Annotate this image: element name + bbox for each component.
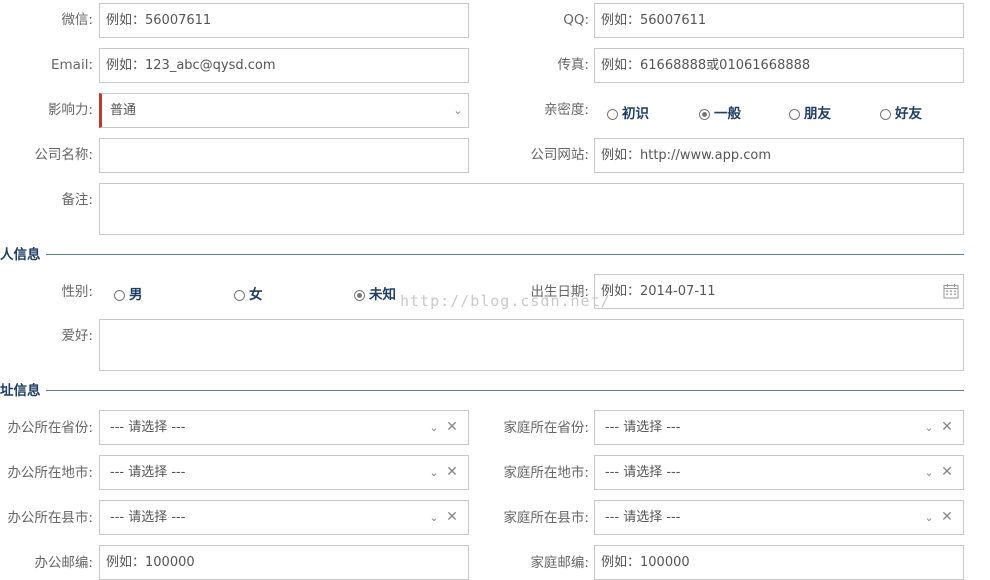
select-value: --- 请选择 --- bbox=[605, 465, 681, 480]
qq-label: QQ: bbox=[563, 12, 589, 28]
home-province-label: 家庭所在省份: bbox=[503, 420, 589, 436]
gender-option-female[interactable]: 女 bbox=[234, 285, 263, 305]
wechat-input[interactable]: 例如：56007611 bbox=[99, 3, 469, 38]
intimacy-option-label: 初识 bbox=[622, 106, 649, 122]
remark-label: 备注: bbox=[61, 192, 93, 208]
fax-input[interactable]: 例如：61668888或01061668888 bbox=[594, 48, 964, 83]
influence-value: 普通 bbox=[110, 103, 137, 118]
gender-label: 性别: bbox=[61, 284, 93, 300]
calendar-icon[interactable] bbox=[943, 283, 959, 299]
radio-icon bbox=[880, 108, 891, 120]
radio-icon bbox=[789, 108, 800, 120]
email-label: Email: bbox=[50, 57, 93, 73]
home-county-select[interactable]: --- 请选择 --- ⌄ ✕ bbox=[594, 500, 964, 535]
intimacy-option-3[interactable]: 朋友 bbox=[789, 104, 831, 124]
clear-icon[interactable]: ✕ bbox=[941, 456, 953, 489]
clear-icon[interactable]: ✕ bbox=[941, 501, 953, 534]
radio-icon bbox=[114, 289, 125, 301]
fax-label: 传真: bbox=[557, 57, 589, 73]
clear-icon[interactable]: ✕ bbox=[446, 501, 458, 534]
section-divider bbox=[46, 254, 964, 255]
section-title-personal: 人信息 bbox=[0, 247, 41, 263]
chevron-down-icon: ⌄ bbox=[924, 421, 934, 434]
radio-checked-icon bbox=[354, 289, 365, 301]
birthday-input[interactable]: 例如：2014-07-11 bbox=[594, 274, 964, 309]
chevron-down-icon: ⌄ bbox=[924, 466, 934, 479]
home-county-label: 家庭所在县市: bbox=[503, 510, 589, 526]
clear-icon[interactable]: ✕ bbox=[446, 411, 458, 444]
chevron-down-icon: ⌄ bbox=[453, 104, 463, 117]
select-value: --- 请选择 --- bbox=[110, 420, 186, 435]
office-zip-input[interactable]: 例如：100000 bbox=[99, 545, 469, 580]
intimacy-option-label: 朋友 bbox=[804, 106, 831, 122]
intimacy-option-2[interactable]: 一般 bbox=[699, 104, 741, 124]
birthday-value: 例如：2014-07-11 bbox=[601, 284, 716, 299]
company-label: 公司名称: bbox=[34, 147, 93, 163]
select-value: --- 请选择 --- bbox=[110, 465, 186, 480]
home-city-label: 家庭所在地市: bbox=[503, 465, 589, 481]
intimacy-option-label: 好友 bbox=[895, 106, 922, 122]
office-zip-label: 办公邮编: bbox=[34, 555, 93, 571]
website-input[interactable]: 例如：http://www.app.com bbox=[594, 138, 964, 173]
home-province-select[interactable]: --- 请选择 --- ⌄ ✕ bbox=[594, 410, 964, 445]
hobby-label: 爱好: bbox=[61, 328, 93, 344]
select-value: --- 请选择 --- bbox=[605, 420, 681, 435]
company-input[interactable] bbox=[99, 138, 469, 173]
section-title-address: 址信息 bbox=[0, 383, 41, 399]
clear-icon[interactable]: ✕ bbox=[446, 456, 458, 489]
clear-icon[interactable]: ✕ bbox=[941, 411, 953, 444]
office-city-label: 办公所在地市: bbox=[7, 465, 93, 481]
influence-select[interactable]: 普通 ⌄ bbox=[99, 93, 469, 128]
home-zip-input[interactable]: 例如：100000 bbox=[594, 545, 964, 580]
office-province-select[interactable]: --- 请选择 --- ⌄ ✕ bbox=[99, 410, 469, 445]
radio-checked-icon bbox=[699, 108, 710, 120]
chevron-down-icon: ⌄ bbox=[429, 511, 439, 524]
gender-option-label: 男 bbox=[129, 287, 143, 303]
chevron-down-icon: ⌄ bbox=[924, 511, 934, 524]
office-province-label: 办公所在省份: bbox=[7, 420, 93, 436]
gender-option-unknown[interactable]: 未知 bbox=[354, 285, 396, 305]
select-value: --- 请选择 --- bbox=[605, 510, 681, 525]
gender-option-male[interactable]: 男 bbox=[114, 285, 143, 305]
intimacy-option-label: 一般 bbox=[714, 106, 741, 122]
qq-input[interactable]: 例如：56007611 bbox=[594, 3, 964, 38]
website-label: 公司网站: bbox=[530, 147, 589, 163]
chevron-down-icon: ⌄ bbox=[429, 466, 439, 479]
select-value: --- 请选择 --- bbox=[110, 510, 186, 525]
home-zip-label: 家庭邮编: bbox=[530, 555, 589, 571]
home-city-select[interactable]: --- 请选择 --- ⌄ ✕ bbox=[594, 455, 964, 490]
intimacy-option-1[interactable]: 初识 bbox=[607, 104, 649, 124]
email-input[interactable]: 例如：123_abc@qysd.com bbox=[99, 48, 469, 83]
wechat-label: 微信: bbox=[61, 12, 93, 28]
office-county-select[interactable]: --- 请选择 --- ⌄ ✕ bbox=[99, 500, 469, 535]
radio-icon bbox=[607, 108, 618, 120]
influence-label: 影响力: bbox=[47, 102, 93, 118]
chevron-down-icon: ⌄ bbox=[429, 421, 439, 434]
section-divider bbox=[46, 390, 964, 391]
hobby-textarea[interactable] bbox=[99, 319, 964, 371]
office-city-select[interactable]: --- 请选择 --- ⌄ ✕ bbox=[99, 455, 469, 490]
intimacy-label: 亲密度: bbox=[543, 102, 589, 118]
watermark: http://blog.csdn.net/ bbox=[400, 292, 611, 310]
gender-option-label: 未知 bbox=[369, 287, 396, 303]
radio-icon bbox=[234, 289, 245, 301]
remark-textarea[interactable] bbox=[99, 183, 964, 235]
intimacy-option-4[interactable]: 好友 bbox=[880, 104, 922, 124]
gender-option-label: 女 bbox=[249, 287, 263, 303]
office-county-label: 办公所在县市: bbox=[7, 510, 93, 526]
